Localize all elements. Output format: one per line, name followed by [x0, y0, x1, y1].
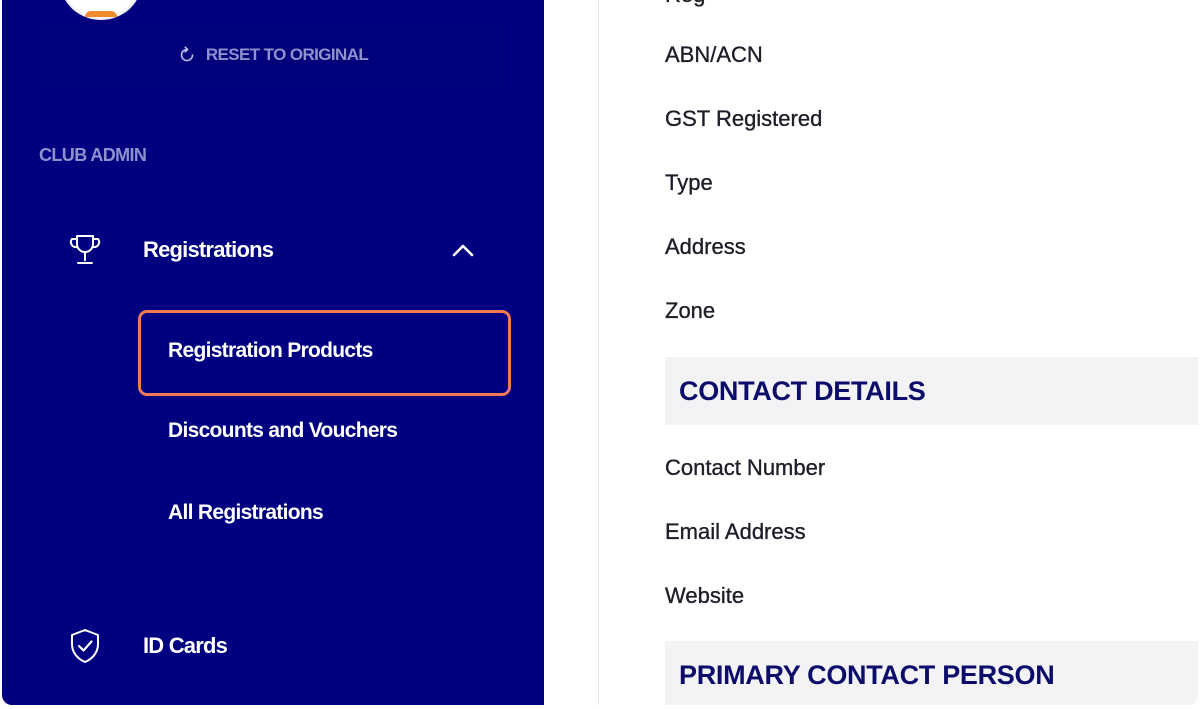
field-label-abn-acn: ABN/ACN: [665, 42, 763, 67]
sidebar-subitem-all-registrations[interactable]: All Registrations: [168, 501, 324, 525]
field-label-cut-off: Reg: [665, 0, 706, 8]
trophy-icon: [64, 229, 106, 271]
reset-label: RESET TO ORIGINAL: [205, 45, 369, 64]
sidebar-subitem-discounts-and-vouchers[interactable]: Discounts and Vouchers: [168, 419, 398, 443]
section-header-contact-details: CONTACT DETAILS: [665, 357, 1198, 425]
field-label-contact-number: Contact Number: [665, 455, 826, 480]
field-label-website: Website: [665, 583, 745, 608]
sidebar-item-label: Registrations: [143, 237, 274, 262]
shield-check-icon: [64, 625, 106, 667]
app-frame: RESET TO ORIGINAL CLUB ADMIN Registratio…: [2, 0, 1198, 705]
field-label-address: Address: [665, 234, 746, 259]
main-content: Reg ABN/ACN GST Registered Type Address …: [544, 0, 1198, 705]
club-logo-avatar: [60, 0, 142, 20]
section-label-club-admin: CLUB ADMIN: [39, 145, 147, 165]
sidebar-item-registrations[interactable]: Registrations: [64, 228, 484, 272]
field-label-email-address: Email Address: [665, 519, 806, 544]
sidebar-item-id-cards[interactable]: ID Cards: [64, 624, 484, 668]
refresh-icon: [178, 46, 196, 64]
field-label-zone: Zone: [665, 298, 716, 323]
field-label-gst-registered: GST Registered: [665, 106, 823, 131]
sidebar: RESET TO ORIGINAL CLUB ADMIN Registratio…: [2, 0, 544, 705]
section-header-primary-contact: PRIMARY CONTACT PERSON: [665, 641, 1198, 705]
field-label-type: Type: [665, 170, 713, 195]
section-title: PRIMARY CONTACT PERSON: [679, 659, 1055, 690]
sidebar-subitem-registration-products[interactable]: Registration Products: [168, 339, 373, 363]
chevron-up-icon[interactable]: [450, 238, 476, 264]
section-title: CONTACT DETAILS: [679, 375, 926, 406]
sidebar-item-label: ID Cards: [143, 633, 228, 658]
club-details-panel: Reg ABN/ACN GST Registered Type Address …: [598, 0, 1198, 705]
reset-to-original-button[interactable]: RESET TO ORIGINAL: [39, 22, 507, 88]
